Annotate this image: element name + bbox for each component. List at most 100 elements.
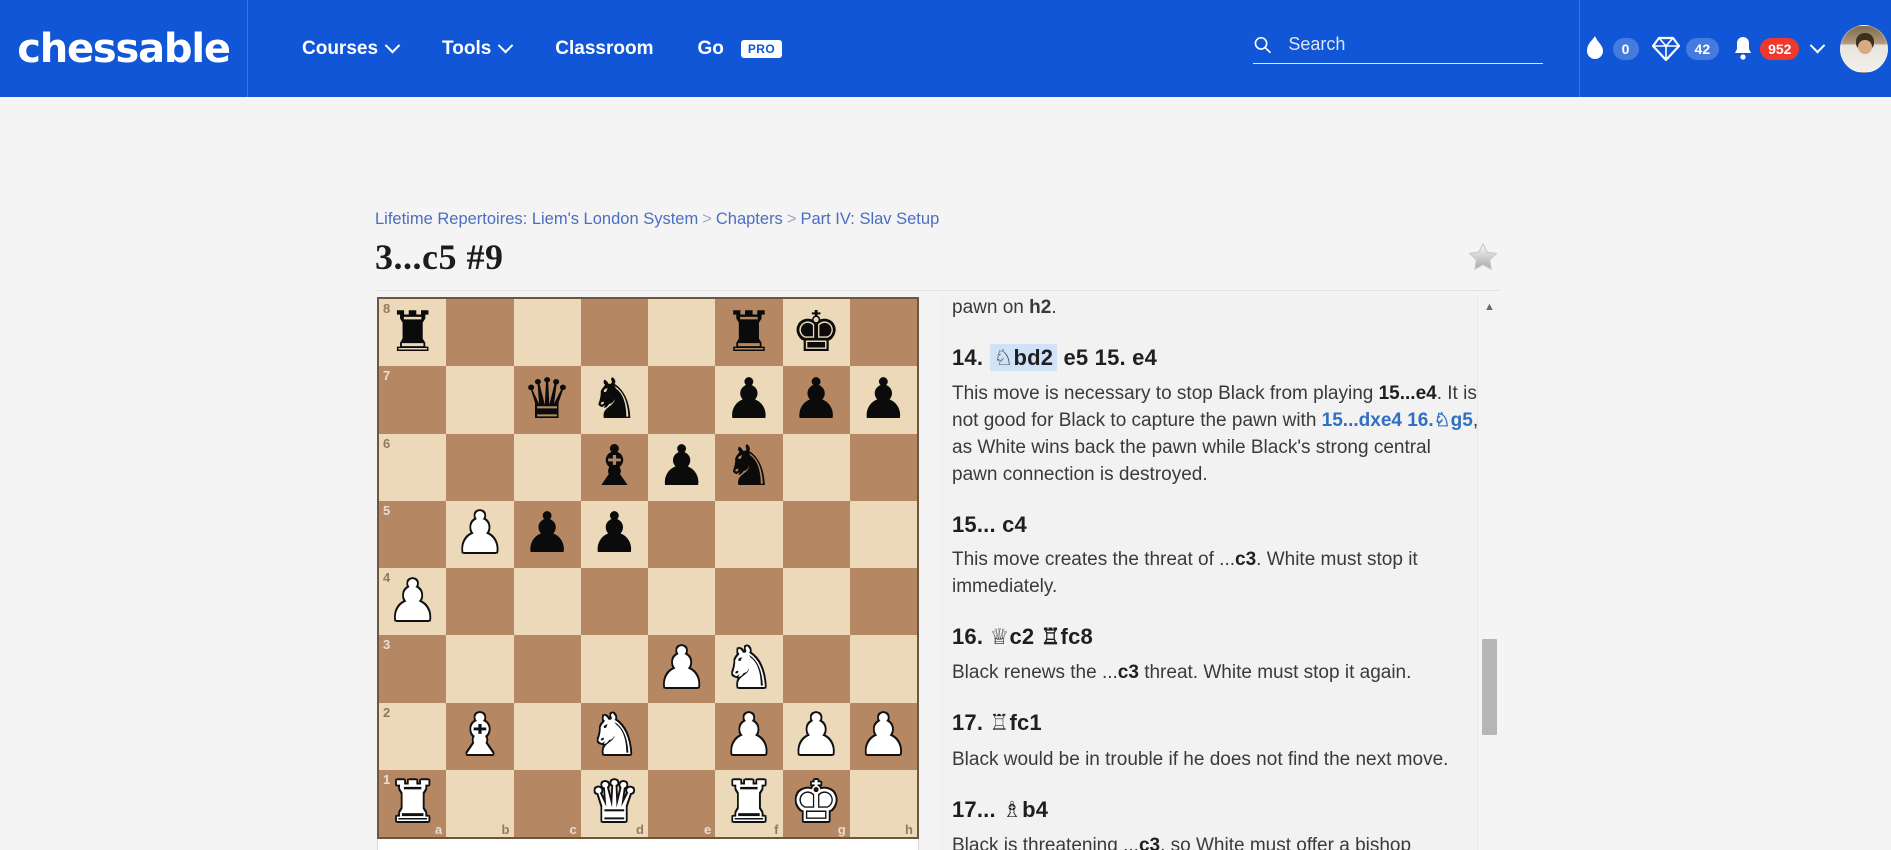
square-a8[interactable]: 8♜	[379, 299, 446, 366]
square-h7[interactable]: ♟	[850, 366, 917, 433]
square-b3[interactable]	[446, 635, 513, 702]
square-g6[interactable]	[783, 434, 850, 501]
square-h5[interactable]	[850, 501, 917, 568]
piece-black-p[interactable]: ♟	[724, 372, 774, 428]
square-d5[interactable]: ♟	[581, 501, 648, 568]
piece-white-b[interactable]: ♝	[455, 708, 505, 764]
square-a7[interactable]: 7	[379, 366, 446, 433]
square-d6[interactable]: ♝	[581, 434, 648, 501]
square-b7[interactable]	[446, 366, 513, 433]
piece-black-p[interactable]: ♟	[589, 506, 639, 562]
nav-item-classroom[interactable]: Classroom	[533, 0, 675, 97]
square-f1[interactable]: f♜	[715, 770, 782, 837]
square-d8[interactable]	[581, 299, 648, 366]
move-line[interactable]: 17. ♖fc1	[952, 707, 1480, 739]
breadcrumb-item-chapters[interactable]: Chapters	[716, 210, 783, 228]
piece-black-k[interactable]: ♚	[791, 305, 841, 361]
account-chevron-down-icon[interactable]	[1810, 38, 1826, 54]
square-h8[interactable]	[850, 299, 917, 366]
notation-scrollbar[interactable]: ▲ ▼	[1477, 295, 1500, 850]
star-icon[interactable]	[1466, 240, 1500, 274]
piece-black-p[interactable]: ♟	[858, 372, 908, 428]
square-d4[interactable]	[581, 568, 648, 635]
piece-black-n[interactable]: ♞	[724, 439, 774, 495]
square-c5[interactable]: ♟	[514, 501, 581, 568]
square-d2[interactable]: ♞	[581, 703, 648, 770]
square-h6[interactable]	[850, 434, 917, 501]
piece-white-q[interactable]: ♛	[589, 775, 639, 831]
square-e1[interactable]: e	[648, 770, 715, 837]
chess-board[interactable]: 8♜♜♚7♛♞♟♟♟6♝♟♞5♟♟♟4♟3♟♞2♝♞♟♟♟1a♜bcd♛ef♜g…	[377, 297, 919, 839]
piece-white-k[interactable]: ♚	[791, 775, 841, 831]
piece-black-p[interactable]: ♟	[657, 439, 707, 495]
square-e7[interactable]	[648, 366, 715, 433]
square-g7[interactable]: ♟	[783, 366, 850, 433]
square-c4[interactable]	[514, 568, 581, 635]
piece-black-r[interactable]: ♜	[388, 305, 438, 361]
scrollbar-thumb[interactable]	[1482, 639, 1497, 735]
square-f2[interactable]: ♟	[715, 703, 782, 770]
piece-black-r[interactable]: ♜	[724, 305, 774, 361]
square-b5[interactable]: ♟	[446, 501, 513, 568]
breadcrumb-item-part[interactable]: Part IV: Slav Setup	[800, 210, 939, 228]
square-a4[interactable]: 4♟	[379, 568, 446, 635]
square-b4[interactable]	[446, 568, 513, 635]
square-f6[interactable]: ♞	[715, 434, 782, 501]
square-g4[interactable]	[783, 568, 850, 635]
piece-black-p[interactable]: ♟	[522, 506, 572, 562]
piece-white-r[interactable]: ♜	[724, 775, 774, 831]
piece-white-r[interactable]: ♜	[388, 775, 438, 831]
square-a6[interactable]: 6	[379, 434, 446, 501]
move-line[interactable]: 15... c4	[952, 509, 1480, 540]
piece-black-q[interactable]: ♛	[522, 372, 572, 428]
scroll-up-arrow-icon[interactable]: ▲	[1478, 297, 1501, 317]
square-e2[interactable]	[648, 703, 715, 770]
piece-white-p[interactable]: ♟	[388, 574, 438, 630]
square-a1[interactable]: 1a♜	[379, 770, 446, 837]
square-g3[interactable]	[783, 635, 850, 702]
avatar[interactable]	[1840, 25, 1888, 73]
square-h4[interactable]	[850, 568, 917, 635]
move-line[interactable]: 14. ♘bd2 e5 15. e4	[952, 342, 1480, 374]
square-f3[interactable]: ♞	[715, 635, 782, 702]
square-e3[interactable]: ♟	[648, 635, 715, 702]
piece-black-b[interactable]: ♝	[589, 439, 639, 495]
square-c2[interactable]	[514, 703, 581, 770]
notifications-stat[interactable]: 952	[1732, 35, 1799, 63]
piece-white-p[interactable]: ♟	[791, 708, 841, 764]
notation-panel[interactable]: pawn on h2.14. ♘bd2 e5 15. e4This move i…	[938, 295, 1500, 850]
square-g5[interactable]	[783, 501, 850, 568]
square-h3[interactable]	[850, 635, 917, 702]
square-f7[interactable]: ♟	[715, 366, 782, 433]
piece-white-p[interactable]: ♟	[858, 708, 908, 764]
piece-white-p[interactable]: ♟	[455, 506, 505, 562]
piece-white-n[interactable]: ♞	[724, 641, 774, 697]
gems-stat[interactable]: 42	[1652, 36, 1720, 62]
square-e6[interactable]: ♟	[648, 434, 715, 501]
search-input[interactable]	[1288, 34, 1543, 55]
square-c6[interactable]	[514, 434, 581, 501]
square-e8[interactable]	[648, 299, 715, 366]
square-c7[interactable]: ♛	[514, 366, 581, 433]
square-g2[interactable]: ♟	[783, 703, 850, 770]
square-h2[interactable]: ♟	[850, 703, 917, 770]
square-d7[interactable]: ♞	[581, 366, 648, 433]
square-d3[interactable]	[581, 635, 648, 702]
square-f5[interactable]	[715, 501, 782, 568]
piece-white-p[interactable]: ♟	[724, 708, 774, 764]
move-line[interactable]: 16. ♕c2 ♖fc8	[952, 621, 1480, 653]
square-c3[interactable]	[514, 635, 581, 702]
square-h1[interactable]: h	[850, 770, 917, 837]
square-b6[interactable]	[446, 434, 513, 501]
piece-black-n[interactable]: ♞	[589, 372, 639, 428]
nav-item-tools[interactable]: Tools	[420, 0, 533, 97]
move-line[interactable]: 17... ♗b4	[952, 794, 1480, 826]
square-b2[interactable]: ♝	[446, 703, 513, 770]
square-e5[interactable]	[648, 501, 715, 568]
piece-black-p[interactable]: ♟	[791, 372, 841, 428]
square-a2[interactable]: 2	[379, 703, 446, 770]
square-e4[interactable]	[648, 568, 715, 635]
square-g8[interactable]: ♚	[783, 299, 850, 366]
square-b8[interactable]	[446, 299, 513, 366]
current-move[interactable]: ♘bd2	[990, 344, 1058, 371]
